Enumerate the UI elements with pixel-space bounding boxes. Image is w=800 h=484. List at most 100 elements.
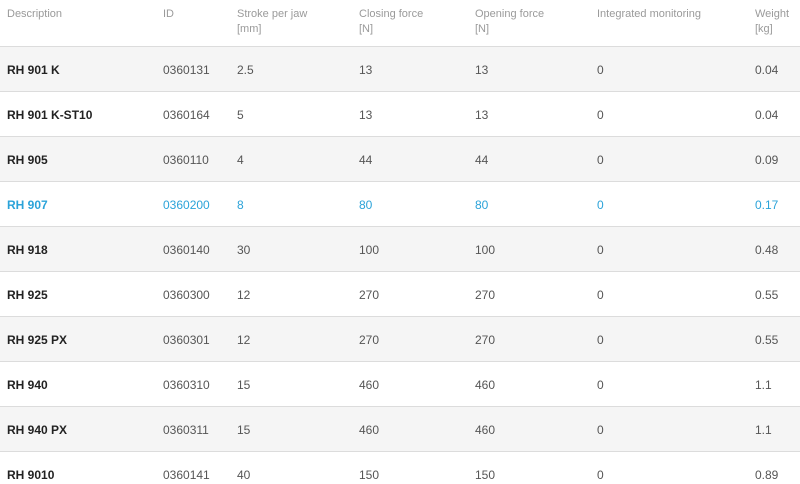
column-header-label: Weight (755, 8, 790, 20)
cell-closing-force: 460 (359, 378, 380, 392)
cell-opening-force: 100 (475, 243, 496, 257)
table-row[interactable]: RH 905 0360110 4 44 44 0 0.09 (0, 137, 800, 182)
cell-description: RH 925 (7, 288, 48, 302)
cell-monitoring: 0 (597, 243, 604, 257)
table-row[interactable]: RH 940 PX 0360311 15 460 460 0 1.1 (0, 407, 800, 452)
cell-description: RH 940 PX (7, 423, 68, 437)
cell-monitoring: 0 (597, 108, 604, 122)
cell-closing-force: 150 (359, 468, 380, 482)
cell-id: 0360141 (163, 468, 210, 482)
table-row[interactable]: RH 918 0360140 30 100 100 0 0.48 (0, 227, 800, 272)
cell-weight: 0.04 (755, 63, 779, 77)
cell-closing-force: 13 (359, 108, 373, 122)
cell-id: 0360310 (163, 378, 210, 392)
cell-closing-force: 100 (359, 243, 380, 257)
cell-opening-force: 270 (475, 333, 496, 347)
cell-weight: 1.1 (755, 378, 772, 392)
cell-monitoring: 0 (597, 63, 604, 77)
cell-weight: 0.17 (755, 198, 779, 212)
cell-closing-force: 460 (359, 423, 380, 437)
cell-monitoring: 0 (597, 468, 604, 482)
column-header-unit: [mm] (237, 23, 262, 35)
cell-stroke: 12 (237, 288, 251, 302)
cell-id: 0360164 (163, 108, 210, 122)
column-header-unit: [kg] (755, 23, 773, 35)
cell-id: 0360131 (163, 63, 210, 77)
product-table: Description ID Stroke per jaw [mm] Closi… (0, 0, 800, 484)
column-header-label: Closing force (359, 8, 424, 20)
cell-stroke: 8 (237, 198, 244, 212)
cell-weight: 0.55 (755, 333, 779, 347)
cell-id: 0360200 (163, 198, 210, 212)
table-row[interactable]: RH 925 0360300 12 270 270 0 0.55 (0, 272, 800, 317)
cell-closing-force: 270 (359, 333, 380, 347)
table-row[interactable]: RH 925 PX 0360301 12 270 270 0 0.55 (0, 317, 800, 362)
column-header-label: ID (163, 8, 174, 20)
cell-opening-force: 460 (475, 423, 496, 437)
column-header-opening-force[interactable]: Opening force [N] (475, 7, 544, 37)
cell-opening-force: 80 (475, 198, 489, 212)
cell-opening-force: 150 (475, 468, 496, 482)
cell-monitoring: 0 (597, 378, 604, 392)
cell-closing-force: 44 (359, 153, 373, 167)
cell-stroke: 15 (237, 423, 251, 437)
cell-weight: 0.48 (755, 243, 779, 257)
cell-description: RH 905 (7, 153, 48, 167)
cell-monitoring: 0 (597, 423, 604, 437)
table-row[interactable]: RH 940 0360310 15 460 460 0 1.1 (0, 362, 800, 407)
cell-stroke: 4 (237, 153, 244, 167)
cell-monitoring: 0 (597, 288, 604, 302)
column-header-unit: [N] (359, 23, 374, 35)
cell-stroke: 2.5 (237, 63, 254, 77)
cell-stroke: 15 (237, 378, 251, 392)
cell-weight: 0.55 (755, 288, 779, 302)
column-header-label: Description (7, 8, 63, 20)
cell-stroke: 30 (237, 243, 251, 257)
column-header-label: Opening force (475, 8, 545, 20)
table-row[interactable]: RH 901 K-ST10 0360164 5 13 13 0 0.04 (0, 92, 800, 137)
cell-stroke: 12 (237, 333, 251, 347)
cell-closing-force: 13 (359, 63, 373, 77)
cell-id: 0360110 (163, 153, 209, 167)
cell-description: RH 918 (7, 243, 48, 257)
cell-description: RH 901 K-ST10 (7, 108, 93, 122)
cell-id: 0360300 (163, 288, 210, 302)
cell-monitoring: 0 (597, 333, 604, 347)
cell-opening-force: 13 (475, 63, 489, 77)
column-header-id[interactable]: ID (163, 7, 174, 22)
cell-description: RH 940 (7, 378, 48, 392)
cell-description: RH 907 (7, 198, 48, 212)
cell-weight: 0.04 (755, 108, 779, 122)
cell-opening-force: 44 (475, 153, 489, 167)
cell-opening-force: 270 (475, 288, 496, 302)
cell-monitoring: 0 (597, 153, 604, 167)
column-header-stroke[interactable]: Stroke per jaw [mm] (237, 7, 307, 37)
table-row[interactable]: RH 901 K 0360131 2.5 13 13 0 0.04 (0, 47, 800, 92)
cell-description: RH 901 K (7, 63, 60, 77)
cell-monitoring: 0 (597, 198, 604, 212)
cell-description: RH 9010 (7, 468, 55, 482)
cell-stroke: 40 (237, 468, 251, 482)
cell-id: 0360311 (163, 423, 209, 437)
cell-id: 0360140 (163, 243, 210, 257)
cell-stroke: 5 (237, 108, 244, 122)
cell-closing-force: 80 (359, 198, 373, 212)
column-header-label: Stroke per jaw (237, 8, 308, 20)
column-header-label: Integrated monitoring (597, 8, 701, 20)
column-header-closing-force[interactable]: Closing force [N] (359, 7, 423, 37)
column-header-monitoring[interactable]: Integrated monitoring (597, 7, 701, 22)
cell-opening-force: 13 (475, 108, 489, 122)
column-header-unit: [N] (475, 23, 490, 35)
cell-id: 0360301 (163, 333, 210, 347)
cell-closing-force: 270 (359, 288, 380, 302)
table-row-highlighted[interactable]: RH 907 0360200 8 80 80 0 0.17 (0, 182, 800, 227)
cell-weight: 0.89 (755, 468, 779, 482)
table-header: Description ID Stroke per jaw [mm] Closi… (0, 0, 800, 47)
cell-weight: 1.1 (755, 423, 772, 437)
cell-opening-force: 460 (475, 378, 496, 392)
cell-weight: 0.09 (755, 153, 779, 167)
column-header-weight[interactable]: Weight [kg] (755, 7, 789, 37)
column-header-description[interactable]: Description (7, 7, 62, 22)
table-row[interactable]: RH 9010 0360141 40 150 150 0 0.89 (0, 452, 800, 484)
cell-description: RH 925 PX (7, 333, 68, 347)
